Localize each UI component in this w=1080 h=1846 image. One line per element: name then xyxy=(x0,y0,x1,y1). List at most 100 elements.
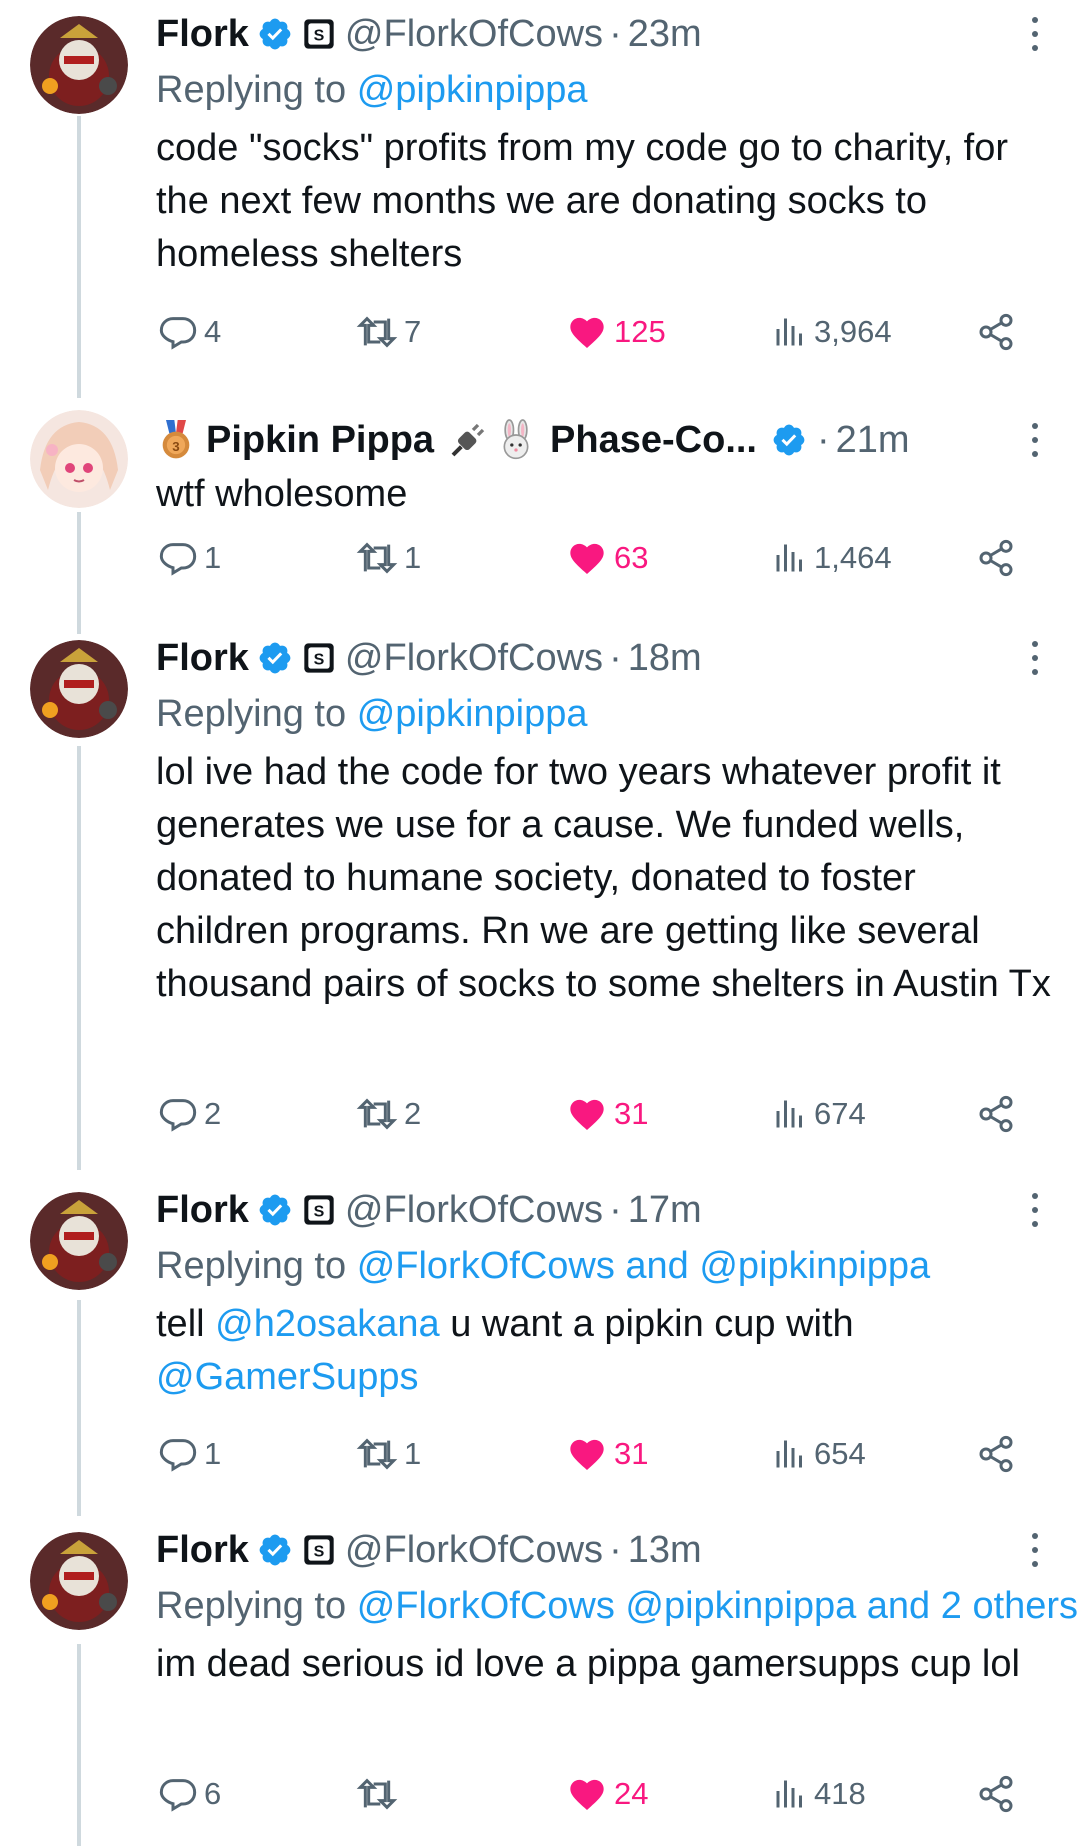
reply-mention-link[interactable]: @FlorkOfCows and @pipkinpippa xyxy=(357,1245,931,1287)
like-button[interactable]: 125 xyxy=(566,310,666,354)
reply-mention-link[interactable]: @pipkinpippa xyxy=(357,693,588,735)
affiliate-badge-icon[interactable]: S xyxy=(303,18,335,50)
retweet-icon xyxy=(356,1098,398,1130)
more-icon[interactable] xyxy=(1030,1190,1040,1230)
retweet-button[interactable]: 2 xyxy=(356,1092,421,1136)
views-button[interactable]: 418 xyxy=(772,1772,866,1816)
handle[interactable]: @FlorkOfCows xyxy=(345,13,603,56)
views-icon xyxy=(776,544,802,572)
action-bar: 1 1 63 1,464 xyxy=(0,536,1080,580)
timestamp[interactable]: 18m xyxy=(628,637,702,680)
tweet-text: lol ive had the code for two years whate… xyxy=(156,751,1051,1005)
timestamp[interactable]: 13m xyxy=(628,1529,702,1572)
tweet-text: code "socks" profits from my code go to … xyxy=(156,127,1009,275)
views-count: 3,964 xyxy=(814,314,892,349)
tweet[interactable]: Flork S @FlorkOfCows · 18m Replying to @… xyxy=(0,616,1080,1168)
retweet-button[interactable] xyxy=(356,1772,404,1816)
share-icon xyxy=(979,1435,1013,1473)
tweet-header: Flork S @FlorkOfCows · 17m xyxy=(156,1182,1080,1238)
separator: · xyxy=(609,1188,622,1231)
display-name[interactable]: Flork xyxy=(156,637,249,680)
action-bar: 2 2 31 674 xyxy=(0,1092,1080,1136)
tweet[interactable]: Flork S @FlorkOfCows · 17m Replying to @… xyxy=(0,1168,1080,1508)
replying-prefix: Replying to xyxy=(156,693,347,735)
share-button[interactable] xyxy=(976,1092,1016,1136)
share-button[interactable] xyxy=(976,1772,1016,1816)
like-button[interactable]: 31 xyxy=(566,1432,648,1476)
share-button[interactable] xyxy=(976,1432,1016,1476)
retweet-button[interactable]: 1 xyxy=(356,1432,421,1476)
views-icon xyxy=(776,318,802,346)
reply-mention-link[interactable]: @FlorkOfCows @pipkinpippa and 2 others xyxy=(357,1585,1078,1627)
tweet[interactable]: 3 Pipkin Pippa Phase-Co... · 21m wtf who… xyxy=(0,390,1080,616)
like-button[interactable]: 31 xyxy=(566,1092,648,1136)
affiliate-badge-icon[interactable]: S xyxy=(303,1194,335,1226)
affiliate-badge-icon[interactable]: S xyxy=(303,642,335,674)
display-name[interactable]: Flork xyxy=(156,13,249,56)
share-icon xyxy=(979,313,1013,351)
views-button[interactable]: 1,464 xyxy=(772,536,892,580)
tweet[interactable]: Flork S @FlorkOfCows · 23m Replying to @… xyxy=(0,0,1080,390)
replying-prefix: Replying to xyxy=(156,69,347,111)
handle[interactable]: @FlorkOfCows xyxy=(345,637,603,680)
avatar[interactable] xyxy=(30,1192,128,1290)
views-button[interactable]: 654 xyxy=(772,1432,866,1476)
svg-text:S: S xyxy=(314,1544,325,1561)
share-button[interactable] xyxy=(976,310,1016,354)
views-button[interactable]: 674 xyxy=(772,1092,866,1136)
views-button[interactable]: 3,964 xyxy=(772,310,892,354)
tweet[interactable]: Flork S @FlorkOfCows · 13m Replying to @… xyxy=(0,1508,1080,1846)
tweet-text-part: u want a pipkin cup with xyxy=(439,1303,854,1345)
more-icon[interactable] xyxy=(1030,14,1040,54)
views-icon xyxy=(776,1780,802,1808)
retweet-count: 7 xyxy=(404,314,422,349)
like-button[interactable]: 63 xyxy=(566,536,648,580)
mention-link[interactable]: @h2osakana xyxy=(215,1303,440,1345)
share-button[interactable] xyxy=(976,536,1016,580)
more-icon[interactable] xyxy=(1030,420,1040,460)
replying-to: Replying to @FlorkOfCows @pipkinpippa an… xyxy=(156,1578,1080,1634)
reply-button[interactable]: 1 xyxy=(158,1432,221,1476)
separator: · xyxy=(817,418,830,461)
display-name[interactable]: Flork xyxy=(156,1189,249,1232)
like-button[interactable]: 24 xyxy=(566,1772,648,1816)
reply-button[interactable]: 1 xyxy=(158,536,221,580)
retweet-button[interactable]: 1 xyxy=(356,536,421,580)
like-count: 63 xyxy=(614,540,649,575)
tweet-text: wtf wholesome xyxy=(156,473,408,515)
display-name[interactable]: Flork xyxy=(156,1529,249,1572)
retweet-button[interactable]: 7 xyxy=(356,310,421,354)
display-name[interactable]: Pipkin Pippa xyxy=(206,419,434,462)
handle[interactable]: @FlorkOfCows xyxy=(345,1529,603,1572)
timestamp[interactable]: 17m xyxy=(628,1189,702,1232)
action-bar: 4 7 125 3,964 xyxy=(0,310,1080,354)
svg-text:S: S xyxy=(314,1204,325,1221)
reply-button[interactable]: 4 xyxy=(158,310,221,354)
more-icon[interactable] xyxy=(1030,1530,1040,1570)
replying-prefix: Replying to xyxy=(156,1585,347,1627)
more-icon[interactable] xyxy=(1030,638,1040,678)
affiliate-badge-icon[interactable]: S xyxy=(303,1534,335,1566)
reply-button[interactable]: 2 xyxy=(158,1092,221,1136)
verified-icon xyxy=(259,642,291,674)
like-icon xyxy=(570,1779,604,1810)
verified-icon xyxy=(259,1194,291,1226)
tweet-header: Flork S @FlorkOfCows · 13m xyxy=(156,1522,1080,1578)
like-count: 31 xyxy=(614,1096,649,1131)
replying-to: Replying to @pipkinpippa xyxy=(156,686,1080,742)
mention-link[interactable]: @GamerSupps xyxy=(156,1356,418,1398)
avatar[interactable] xyxy=(30,410,128,508)
like-count: 31 xyxy=(614,1436,649,1471)
timestamp[interactable]: 23m xyxy=(628,13,702,56)
handle[interactable]: @FlorkOfCows xyxy=(345,1189,603,1232)
reply-button[interactable]: 6 xyxy=(158,1772,221,1816)
rabbit-icon xyxy=(503,419,529,460)
avatar[interactable] xyxy=(30,16,128,114)
reply-mention-link[interactable]: @pipkinpippa xyxy=(357,69,588,111)
avatar[interactable] xyxy=(30,640,128,738)
avatar[interactable] xyxy=(30,1532,128,1630)
separator: · xyxy=(609,1528,622,1571)
tweet-header: 3 Pipkin Pippa Phase-Co... · 21m xyxy=(156,412,1080,468)
display-name-suffix[interactable]: Phase-Co... xyxy=(550,419,757,462)
timestamp[interactable]: 21m xyxy=(836,419,910,462)
